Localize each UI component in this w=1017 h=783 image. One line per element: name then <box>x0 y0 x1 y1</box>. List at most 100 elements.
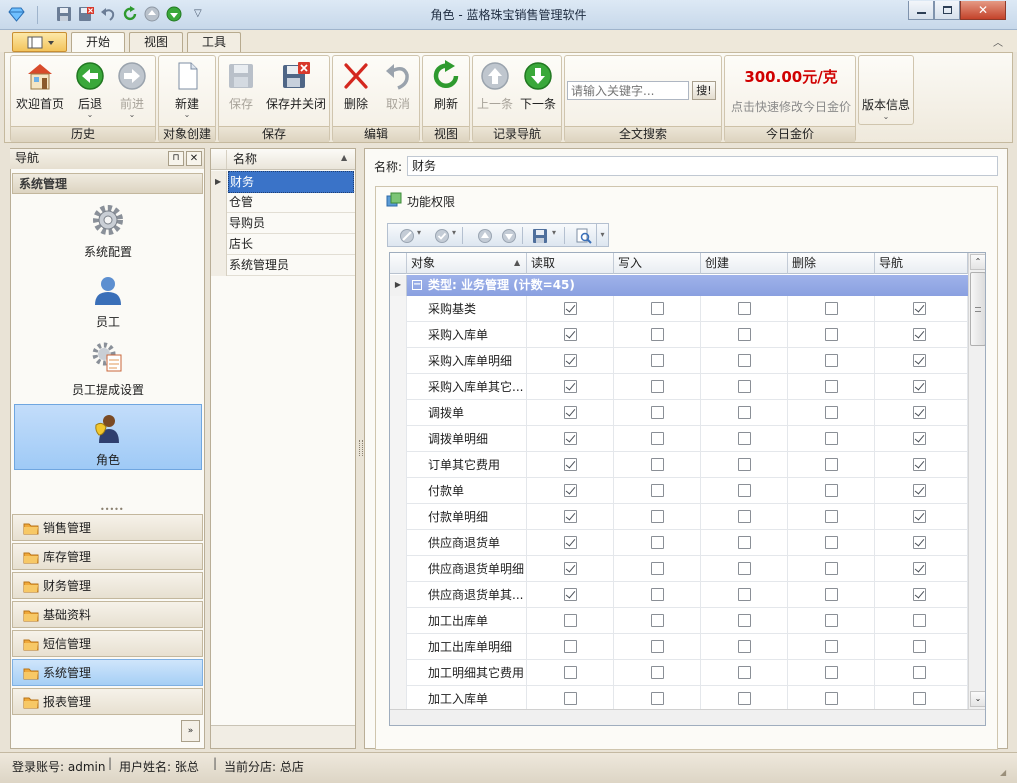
scroll-up-icon[interactable]: ⌃ <box>970 254 985 270</box>
grid-horizontal-scrollbar[interactable] <box>390 709 985 725</box>
checkbox-read[interactable] <box>564 588 577 601</box>
checkbox-nav[interactable] <box>913 614 926 627</box>
nav-tile-role[interactable]: 角色 <box>14 404 202 470</box>
checkbox-write[interactable] <box>651 640 664 653</box>
forward-button[interactable]: 前进 ⌄ <box>112 60 152 119</box>
scroll-thumb[interactable] <box>970 272 985 346</box>
column-header-write[interactable]: 写入 <box>614 253 701 274</box>
checkbox-nav[interactable] <box>913 458 926 471</box>
permission-row[interactable]: 采购基类 <box>390 296 968 322</box>
checkbox-create[interactable] <box>738 302 751 315</box>
nav-group-sms[interactable]: 短信管理 <box>12 630 203 657</box>
checkbox-delete[interactable] <box>825 484 838 497</box>
checkbox-write[interactable] <box>651 354 664 367</box>
nav-tile-system-config[interactable]: 系统配置 <box>14 203 202 265</box>
checkbox-nav[interactable] <box>913 692 926 705</box>
quick-save-close-icon[interactable] <box>78 6 96 24</box>
checkbox-create[interactable] <box>738 692 751 705</box>
next-record-button[interactable]: 下一条 <box>518 60 558 111</box>
permission-row[interactable]: 付款单 <box>390 478 968 504</box>
collapse-minus-icon[interactable]: − <box>412 280 422 290</box>
disable-dropdown-icon[interactable]: ▾ <box>417 228 421 237</box>
save-and-close-button[interactable]: 保存并关闭 <box>263 60 329 111</box>
splitter-grip[interactable]: ••••• <box>100 505 124 514</box>
checkbox-read[interactable] <box>564 302 577 315</box>
grid-find-icon[interactable] <box>576 228 592 244</box>
checkbox-write[interactable] <box>651 692 664 705</box>
tab-home[interactable]: 开始 <box>71 32 125 53</box>
checkbox-create[interactable] <box>738 666 751 679</box>
permission-row[interactable]: 付款单明细 <box>390 504 968 530</box>
permission-row[interactable]: 加工出库单 <box>390 608 968 634</box>
gold-price-hint[interactable]: 点击快速修改今日金价 <box>727 98 855 115</box>
checkbox-nav[interactable] <box>913 354 926 367</box>
column-header-object[interactable]: 对象 ▲ <box>407 253 527 274</box>
scroll-down-icon[interactable]: ⌄ <box>970 691 985 707</box>
checkbox-create[interactable] <box>738 406 751 419</box>
home-button[interactable]: 欢迎首页 <box>13 60 67 111</box>
checkbox-create[interactable] <box>738 614 751 627</box>
refresh-button[interactable]: 刷新 <box>426 60 466 111</box>
ribbon-collapse-icon[interactable]: ︿ <box>993 34 1003 49</box>
checkbox-read[interactable] <box>564 692 577 705</box>
nav-tile-employee[interactable]: 员工 <box>14 273 202 335</box>
nav-group-basic-data[interactable]: 基础资料 <box>12 601 203 628</box>
checkbox-delete[interactable] <box>825 588 838 601</box>
checkbox-read[interactable] <box>564 406 577 419</box>
checkbox-nav[interactable] <box>913 432 926 445</box>
checkbox-read[interactable] <box>564 354 577 367</box>
quick-next-icon[interactable] <box>166 6 184 24</box>
checkbox-write[interactable] <box>651 614 664 627</box>
checkbox-nav[interactable] <box>913 536 926 549</box>
group-row-business[interactable]: ▶ − 类型: 业务管理 (计数=45) <box>390 275 968 296</box>
permission-row[interactable]: 供应商退货单其... <box>390 582 968 608</box>
toolbar-overflow-icon[interactable]: ▾ <box>596 224 608 246</box>
checkbox-write[interactable] <box>651 380 664 393</box>
grid-save-icon[interactable] <box>532 228 548 244</box>
gold-price-value[interactable]: 300.00元/克 <box>727 66 855 87</box>
permission-row[interactable]: 采购入库单明细 <box>390 348 968 374</box>
save-dropdown-icon[interactable]: ▾ <box>552 228 556 237</box>
permission-row[interactable]: 加工出库单明细 <box>390 634 968 660</box>
checkbox-read[interactable] <box>564 432 577 445</box>
resize-grip[interactable]: ◢ <box>1000 768 1006 777</box>
checkbox-read[interactable] <box>564 562 577 575</box>
cancel-button[interactable]: 取消 <box>379 60 417 111</box>
checkbox-nav[interactable] <box>913 510 926 523</box>
search-input[interactable] <box>567 81 689 100</box>
permission-row[interactable]: 调拨单明细 <box>390 426 968 452</box>
checkbox-create[interactable] <box>738 380 751 393</box>
nav-tile-commission-settings[interactable]: 员工提成设置 <box>14 341 202 403</box>
checkbox-delete[interactable] <box>825 692 838 705</box>
checkbox-nav[interactable] <box>913 588 926 601</box>
checkbox-read[interactable] <box>564 380 577 393</box>
checkbox-create[interactable] <box>738 458 751 471</box>
checkbox-read[interactable] <box>564 458 577 471</box>
permission-row[interactable]: 调拨单 <box>390 400 968 426</box>
permission-row[interactable]: 采购入库单其它... <box>390 374 968 400</box>
role-row[interactable]: 店长 <box>211 234 355 255</box>
checkbox-delete[interactable] <box>825 562 838 575</box>
splitter-handle[interactable] <box>359 440 363 456</box>
nav-group-sales[interactable]: 销售管理 <box>12 514 203 541</box>
column-header-delete[interactable]: 删除 <box>788 253 875 274</box>
nav-overflow-chevron-icon[interactable]: » <box>181 720 200 742</box>
nav-group-finance[interactable]: 财务管理 <box>12 572 203 599</box>
checkbox-nav[interactable] <box>913 640 926 653</box>
checkbox-delete[interactable] <box>825 510 838 523</box>
nav-group-reports[interactable]: 报表管理 <box>12 688 203 715</box>
permission-row[interactable]: 订单其它费用 <box>390 452 968 478</box>
checkbox-nav[interactable] <box>913 302 926 315</box>
checkbox-read[interactable] <box>564 328 577 341</box>
checkbox-read[interactable] <box>564 484 577 497</box>
checkbox-delete[interactable] <box>825 354 838 367</box>
checkbox-delete[interactable] <box>825 666 838 679</box>
checkbox-delete[interactable] <box>825 640 838 653</box>
checkbox-create[interactable] <box>738 640 751 653</box>
role-row[interactable]: ▶ 财务 <box>211 171 355 193</box>
checkbox-create[interactable] <box>738 328 751 341</box>
column-header-create[interactable]: 创建 <box>701 253 788 274</box>
column-header-nav[interactable]: 导航 <box>875 253 968 274</box>
permission-row[interactable]: 采购入库单 <box>390 322 968 348</box>
checkbox-write[interactable] <box>651 666 664 679</box>
